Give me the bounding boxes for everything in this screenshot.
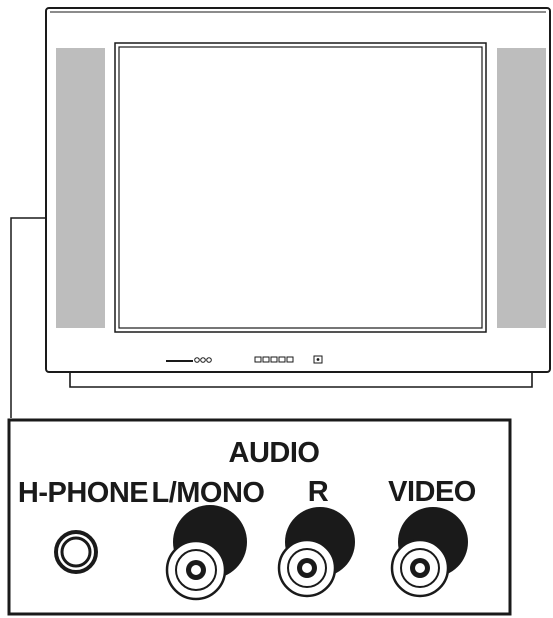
tv-connection-diagram: AUDIO H-PHONE L/MONO R VIDEO [7, 7, 551, 616]
tv-base [69, 372, 533, 388]
hphone-label: H-PHONE [18, 477, 148, 509]
left-speaker-grille [56, 48, 105, 328]
tv-set [45, 7, 551, 388]
audio-group-label: AUDIO [229, 437, 320, 469]
right-speaker-grille [497, 48, 546, 328]
lmono-label: L/MONO [152, 477, 265, 509]
r-label: R [308, 476, 329, 508]
tv-screen [118, 46, 483, 329]
headphone-jack [54, 530, 98, 574]
video-label: VIDEO [388, 476, 476, 508]
callout-leader-line [10, 217, 46, 418]
power-button-dot [316, 358, 320, 361]
